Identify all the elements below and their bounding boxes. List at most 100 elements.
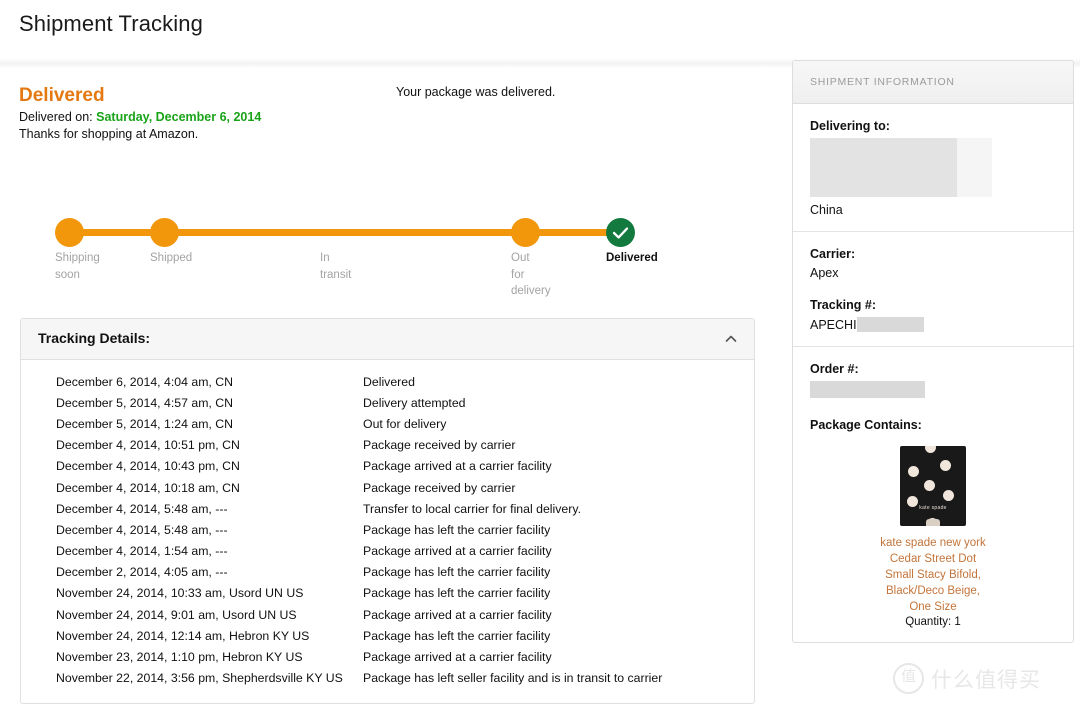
delivered-on-line: Delivered on: Saturday, December 6, 2014 [19, 110, 261, 124]
wallet-clasp [926, 519, 940, 526]
table-row: December 4, 2014, 10:18 am, CN Package re… [21, 477, 754, 498]
sidebar-header-label: SHIPMENT INFORMATION [810, 76, 955, 88]
tracking-details-list: December 6, 2014, 4:04 am, CN Delivered De… [21, 360, 754, 703]
tracking-row-event: Out for delivery [363, 416, 447, 431]
sidebar-header: SHIPMENT INFORMATION [793, 61, 1073, 104]
table-row: November 24, 2014, 12:14 am, Hebron KY U… [21, 625, 754, 646]
table-row: December 4, 2014, 1:54 am, --- Package ar… [21, 541, 754, 562]
tracking-details-title: Tracking Details: [38, 330, 151, 346]
progress-label-delivered: Delivered [606, 252, 658, 264]
tracking-row-timestamp: December 5, 2014, 4:57 am, CN [56, 395, 234, 410]
watermark-mark: 值 [893, 663, 924, 694]
tracking-row-event: Delivery attempted [363, 395, 466, 410]
order-number-redaction [810, 381, 925, 398]
progress-node-delivered [606, 218, 635, 247]
product-image-wallet: kate spade [900, 446, 966, 526]
tracking-row-event: Package has left the carrier facility [363, 586, 551, 601]
tracking-details-panel: Tracking Details: December 6, 2014, 4:04… [20, 318, 755, 704]
tracking-number-redaction [856, 317, 924, 332]
tracking-number-prefix: APECHI [810, 318, 857, 332]
delivering-to-country: China [810, 203, 843, 217]
progress-label-out-for-delivery: Out for delivery [511, 252, 551, 297]
shipment-progress-tracker: Shipping soon Shipped In transit Out for… [0, 193, 790, 303]
page-title: Shipment Tracking [19, 11, 203, 36]
tracking-row-timestamp: November 23, 2014, 1:10 pm, Hebron KY US [56, 650, 303, 665]
tracking-row-timestamp: December 4, 2014, 5:48 am, --- [56, 501, 228, 516]
table-row: December 4, 2014, 10:51 pm, CN Package re… [21, 435, 754, 456]
section-carrier: Carrier: Apex Tracking #: APECHI [793, 232, 1073, 347]
progress-label-shipping-soon: Shipping soon [55, 252, 100, 281]
delivering-to-address-redacted [810, 138, 1056, 200]
tracking-row-timestamp: December 4, 2014, 10:51 pm, CN [56, 438, 240, 453]
table-row: November 23, 2014, 1:10 pm, Hebron KY US… [21, 646, 754, 667]
tracking-row-event: Package arrived at a carrier facility [363, 650, 552, 665]
table-row: December 5, 2014, 1:24 am, CN Out for del… [21, 413, 754, 434]
tracking-row-timestamp: November 22, 2014, 3:56 pm, Shepherdsvil… [56, 671, 343, 686]
tracking-row-timestamp: December 2, 2014, 4:05 am, --- [56, 565, 228, 580]
table-row: December 4, 2014, 5:48 am, --- Transfer t… [21, 498, 754, 519]
product-block: kate spade kate spade new york Cedar Str… [810, 437, 1056, 628]
tracking-row-event: Package received by carrier [363, 480, 516, 495]
tracking-row-timestamp: December 4, 2014, 10:43 pm, CN [56, 459, 240, 474]
tracking-row-timestamp: December 4, 2014, 5:48 am, --- [56, 522, 228, 537]
tracking-number-label: Tracking #: [810, 298, 876, 312]
tracking-row-event: Package received by carrier [363, 438, 516, 453]
tracking-row-event: Package has left seller facility and is … [363, 671, 663, 686]
shipment-information-sidebar: SHIPMENT INFORMATION Delivering to: Chin… [792, 60, 1074, 643]
tracking-row-timestamp: December 4, 2014, 10:18 am, CN [56, 480, 240, 495]
site-watermark: 值 什么值得买 [893, 663, 1041, 694]
delivering-to-label: Delivering to: [810, 119, 890, 133]
section-delivering-to: Delivering to: China [793, 104, 1073, 232]
tracking-row-event: Package arrived at a carrier facility [363, 544, 552, 559]
product-description: Cedar Street Dot Small Stacy Bifold, Bla… [885, 553, 981, 613]
tracking-row-timestamp: December 4, 2014, 1:54 am, --- [56, 544, 228, 559]
table-row: November 24, 2014, 9:01 am, Usord UN US P… [21, 604, 754, 625]
check-icon [612, 227, 629, 239]
tracking-row-timestamp: November 24, 2014, 9:01 am, Usord UN US [56, 607, 297, 622]
tracking-details-header[interactable]: Tracking Details: [21, 319, 754, 360]
main-content: Delivered Delivered on: Saturday, Decemb… [0, 68, 790, 705]
tracking-row-event: Package has left the carrier facility [363, 628, 551, 643]
table-row: November 22, 2014, 3:56 pm, Shepherdsvil… [21, 668, 754, 689]
section-order-and-package: Order #: Package Contains: kate spade ka… [793, 347, 1073, 642]
tracking-row-event: Package arrived at a carrier facility [363, 607, 552, 622]
wallet-dot [925, 446, 936, 453]
order-number-label: Order #: [810, 362, 859, 376]
table-row: December 2, 2014, 4:05 am, --- Package ha… [21, 562, 754, 583]
delivered-on-date: Saturday, December 6, 2014 [96, 110, 262, 124]
progress-node-out-for-delivery [511, 218, 540, 247]
product-quantity: Quantity: 1 [905, 616, 961, 628]
table-row: December 6, 2014, 4:04 am, CN Delivered [21, 371, 754, 392]
chevron-up-icon[interactable] [724, 332, 738, 346]
tracking-row-event: Package has left the carrier facility [363, 565, 551, 580]
table-row: December 4, 2014, 10:43 pm, CN Package ar… [21, 456, 754, 477]
table-row: December 5, 2014, 4:57 am, CN Delivery at… [21, 392, 754, 413]
progress-label-in-transit: In transit [320, 252, 352, 281]
thanks-message: Thanks for shopping at Amazon. [19, 127, 199, 141]
tracking-row-timestamp: November 24, 2014, 12:14 am, Hebron KY U… [56, 628, 310, 643]
redaction-block-secondary [957, 138, 992, 197]
table-row: November 24, 2014, 10:33 am, Usord UN US… [21, 583, 754, 604]
carrier-value: Apex [810, 266, 839, 280]
tracking-row-timestamp: December 5, 2014, 1:24 am, CN [56, 416, 234, 431]
delivery-status-headline: Delivered [19, 85, 105, 106]
tracking-row-event: Delivered [363, 374, 415, 389]
delivered-on-label: Delivered on: [19, 110, 93, 124]
tracking-row-event: Package has left the carrier facility [363, 522, 551, 537]
product-brand: kate spade new york [880, 537, 986, 549]
carrier-label: Carrier: [810, 247, 856, 261]
wallet-dot [908, 466, 919, 477]
table-row: December 4, 2014, 5:48 am, --- Package ha… [21, 519, 754, 540]
wallet-dot [940, 460, 951, 471]
tracking-number-value: APECHI [810, 317, 1056, 332]
tracking-row-timestamp: December 6, 2014, 4:04 am, CN [56, 374, 234, 389]
tracking-row-event: Package arrived at a carrier facility [363, 459, 552, 474]
watermark-text: 什么值得买 [931, 668, 1041, 692]
progress-label-shipped: Shipped [150, 252, 193, 264]
redaction-block-primary [810, 138, 957, 197]
package-contains-label: Package Contains: [810, 418, 922, 432]
progress-node-shipping-soon [55, 218, 84, 247]
wallet-dot [943, 490, 954, 501]
package-delivered-message: Your package was delivered. [396, 85, 556, 99]
tracking-row-event: Transfer to local carrier for final deli… [363, 501, 581, 516]
